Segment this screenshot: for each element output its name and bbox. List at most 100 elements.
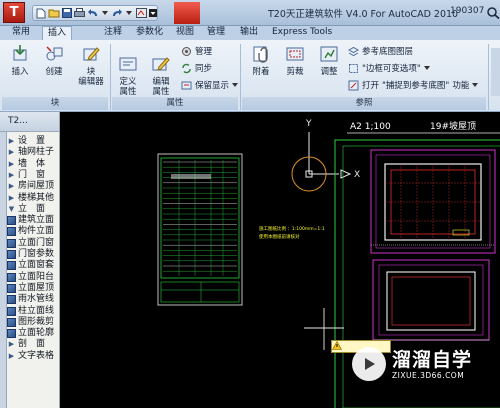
palette-item-label: 门窗参数 — [18, 249, 55, 260]
palette-item[interactable]: ▶ 轴网柱子 — [7, 147, 59, 158]
define-attributes-button[interactable]: 定义 属性 — [114, 54, 142, 97]
palette-item[interactable]: ▶ 剖 面 — [7, 339, 59, 350]
tab-annotate[interactable]: 注释 — [104, 26, 122, 40]
keep-display-dropdown[interactable]: 保留显示 — [181, 79, 239, 91]
window-code: 190307 — [450, 6, 485, 16]
palette-item-label: 构件立面 — [18, 226, 55, 237]
palette-item[interactable]: ▶ 文字表格 — [7, 351, 59, 362]
annotation-note-1: 施工图纸比例 ：1:100mm=1:1 — [259, 225, 325, 232]
collapsed-chevron-icon[interactable]: ▶ — [7, 193, 16, 204]
tab-express-tools[interactable]: Express Tools — [272, 26, 332, 40]
ribbon-overflow[interactable] — [491, 48, 500, 96]
palette-item-label: 立面阳台 — [18, 271, 55, 282]
ribbon: 插入 创建 块 编辑器 块 定义 属性 编辑 属性 管理 同步 保留显示 属性 … — [0, 40, 500, 112]
palette-item-label: 立面窗套 — [18, 260, 55, 271]
snap-icon — [348, 80, 359, 90]
tab-output[interactable]: 输出 — [240, 26, 258, 40]
palette-item[interactable]: 门窗参数 — [7, 249, 59, 260]
palette-item[interactable]: 建筑立面 — [7, 215, 59, 226]
collapsed-chevron-icon[interactable]: ▶ — [7, 339, 16, 350]
app-brand-icon — [174, 2, 200, 24]
collapsed-chevron-icon[interactable]: ▶ — [7, 147, 16, 158]
palette-item-label: 建筑立面 — [18, 215, 55, 226]
panel-label-attributes: 属性 — [112, 97, 238, 110]
adjust-button[interactable]: 调整 — [314, 44, 344, 77]
print-icon[interactable] — [74, 7, 85, 19]
underlay-layers-button[interactable]: 参考底图图层 — [348, 45, 413, 57]
frame-variable-dropdown[interactable]: "边框可变选项" — [348, 62, 430, 74]
create-block-button[interactable]: 创建 — [40, 44, 68, 77]
block-editor-icon — [83, 47, 100, 61]
open-folder-icon[interactable] — [48, 7, 60, 19]
palette-item[interactable]: ▶ 楼梯其他 — [7, 193, 59, 204]
play-logo-icon — [352, 347, 386, 381]
edit-attributes-button[interactable]: 编辑 属性 — [146, 54, 176, 97]
panel-separator — [488, 44, 489, 110]
new-file-icon[interactable] — [36, 7, 46, 19]
palette-item[interactable]: 立面窗套 — [7, 260, 59, 271]
clip-button[interactable]: 剪裁 — [280, 44, 310, 77]
block-editor-button[interactable]: 块 编辑器 — [74, 44, 108, 87]
axis-x-label: X — [354, 170, 360, 180]
save-icon[interactable] — [62, 7, 72, 19]
panel-label-reference: 参照 — [242, 97, 486, 110]
palette-item[interactable]: 立面阳台 — [7, 271, 59, 283]
palette-item[interactable]: 立面屋顶 — [7, 282, 59, 294]
collapsed-chevron-icon[interactable]: ▶ — [7, 159, 16, 170]
redo-icon[interactable] — [111, 7, 123, 19]
palette-item[interactable]: 柱立面线 — [7, 306, 59, 317]
quick-access-toolbar — [32, 5, 158, 21]
palette-side-strip[interactable] — [0, 132, 7, 408]
palette-header[interactable]: T2... — [0, 112, 59, 132]
attach-button[interactable]: 附着 — [246, 44, 276, 77]
snap-underlay-dropdown[interactable]: 打开 "捕捉到参考底图" 功能 — [348, 79, 479, 91]
insert-block-button[interactable]: 插入 — [6, 44, 34, 77]
chevron-down-icon — [423, 66, 430, 70]
palette-item[interactable]: 图形裁剪 — [7, 317, 59, 328]
palette-item[interactable]: 立面门窗 — [7, 238, 59, 249]
search-icon[interactable] — [486, 6, 500, 20]
tab-parametric[interactable]: 参数化 — [136, 26, 163, 40]
palette-title: T2... — [8, 116, 28, 126]
palette-item-label: 轴网柱子 — [18, 147, 55, 158]
tab-manage[interactable]: 管理 — [207, 26, 225, 40]
collapsed-chevron-icon[interactable]: ▶ — [7, 351, 16, 362]
collapsed-chevron-icon[interactable]: ▶ — [7, 136, 16, 147]
palette-item[interactable]: ▶ 设 置 — [7, 136, 59, 147]
palette-item-label: 立面屋顶 — [18, 282, 55, 293]
watermark-url: ZIXUE.3D66.COM — [392, 370, 465, 380]
dropdown-icon[interactable] — [101, 7, 109, 19]
palette-item[interactable]: ▶ 门 窗 — [7, 170, 59, 181]
palette-item[interactable]: ▼ 立 面 — [7, 203, 59, 215]
undo-icon[interactable] — [87, 7, 99, 19]
expanded-chevron-icon[interactable]: ▼ — [7, 204, 16, 215]
tab-insert[interactable]: 插入 — [42, 26, 73, 40]
palette-item[interactable]: ▶ 墙 体 — [7, 159, 59, 170]
sync-attributes-button[interactable]: 同步 — [181, 62, 212, 74]
plot-icon[interactable] — [135, 7, 147, 19]
palette-item[interactable]: 构件立面 — [7, 226, 59, 237]
command-icon — [7, 295, 16, 305]
collapsed-chevron-icon[interactable]: ▶ — [7, 181, 16, 192]
clip-icon — [286, 47, 304, 61]
tab-view[interactable]: 视图 — [176, 26, 194, 40]
palette-item[interactable]: 立面轮廓 — [7, 328, 59, 339]
manage-attributes-button[interactable]: 管理 — [181, 45, 212, 57]
chevron-down-icon — [472, 83, 479, 87]
palette-item-label: 剖 面 — [18, 339, 46, 350]
app-menu-button[interactable]: T — [3, 2, 25, 23]
customize-qat-icon[interactable] — [148, 7, 157, 19]
palette-item[interactable]: ▶ 房间屋顶 — [7, 181, 59, 192]
ribbon-tab-bar: 常用 插入 注释 参数化 视图 管理 输出 Express Tools — [0, 26, 500, 40]
adjust-icon — [320, 46, 338, 62]
collapsed-chevron-icon[interactable]: ▶ — [7, 170, 16, 181]
watermark-title: 溜溜自学 — [392, 348, 473, 371]
command-icon — [7, 306, 16, 316]
panel-label-block: 块 — [2, 97, 108, 110]
palette-item-label: 立 面 — [18, 203, 46, 214]
palette-item[interactable]: 雨水管线 — [7, 294, 59, 305]
sync-icon — [182, 63, 191, 73]
tab-home[interactable]: 常用 — [12, 26, 30, 40]
warning-icon — [332, 341, 342, 350]
dropdown-icon[interactable] — [125, 7, 133, 19]
